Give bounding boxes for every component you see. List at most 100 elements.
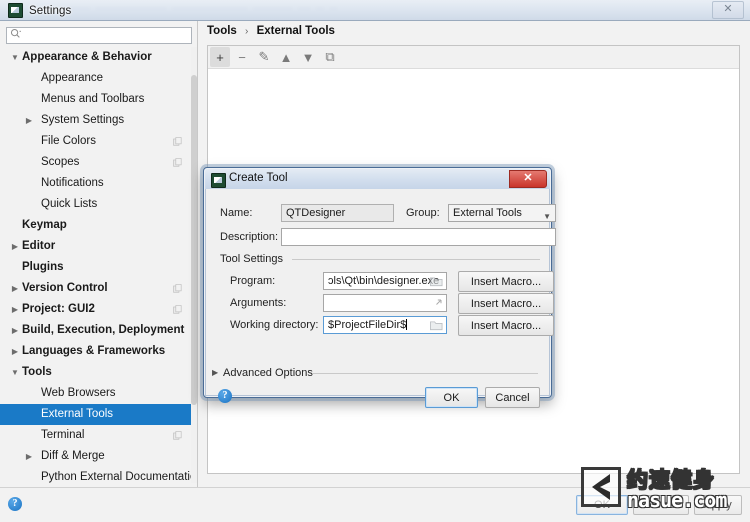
chevron-right-icon[interactable]: ▶ xyxy=(10,278,20,299)
tool-settings-label: Tool Settings xyxy=(220,253,283,265)
chevron-right-icon[interactable]: ▶ xyxy=(24,110,34,131)
group-select-value: External Tools xyxy=(453,207,522,219)
insert-macro-program-button[interactable]: Insert Macro... xyxy=(458,271,554,292)
move-down-button[interactable]: ▼ xyxy=(298,47,318,67)
chevron-right-icon[interactable]: ▶ xyxy=(10,320,20,341)
chevron-down-icon[interactable]: ▼ xyxy=(10,362,20,383)
working-directory-input[interactable]: $ProjectFileDir$ xyxy=(323,316,447,334)
sidebar-scrollbar-thumb[interactable] xyxy=(191,75,197,405)
sidebar-item-diff-merge[interactable]: ▶ Diff & Merge xyxy=(0,446,192,467)
copy-settings-icon[interactable] xyxy=(173,137,182,146)
sidebar-item-terminal[interactable]: Terminal xyxy=(0,425,192,446)
sidebar-item-web-browsers[interactable]: Web Browsers xyxy=(0,383,192,404)
advanced-options-toggle[interactable]: ▶ Advanced Options xyxy=(212,367,313,379)
breadcrumb-root[interactable]: Tools xyxy=(207,25,237,37)
sidebar-item-project-gui2[interactable]: ▶ Project: GUI2 xyxy=(0,299,192,320)
copy-settings-icon[interactable] xyxy=(173,158,182,167)
copy-settings-icon[interactable] xyxy=(173,284,182,293)
sidebar-item-scopes[interactable]: Scopes xyxy=(0,152,192,173)
background-blur-text: ....... ................ ...............… xyxy=(60,1,340,11)
sidebar-item-label: Version Control xyxy=(22,282,108,294)
program-label: Program: xyxy=(230,275,276,287)
chevron-down-icon: ▼ xyxy=(543,212,551,221)
chevron-right-icon[interactable]: ▶ xyxy=(10,341,20,362)
create-tool-ok-button[interactable]: OK xyxy=(425,387,478,408)
sidebar-item-build-execution-deployment[interactable]: ▶ Build, Execution, Deployment xyxy=(0,320,192,341)
sidebar-item-languages-frameworks[interactable]: ▶ Languages & Frameworks xyxy=(0,341,192,362)
copy-tool-button[interactable]: ⧉ xyxy=(320,47,340,67)
settings-apply-button[interactable]: Apply xyxy=(694,495,742,515)
folder-icon[interactable] xyxy=(430,320,443,331)
sidebar-item-plugins[interactable]: Plugins xyxy=(0,257,192,278)
chevron-right-icon[interactable]: ▶ xyxy=(10,236,20,257)
sidebar-scrollbar-track[interactable] xyxy=(191,47,197,483)
move-up-button[interactable]: ▲ xyxy=(276,47,296,67)
settings-cancel-button[interactable]: Cancel xyxy=(633,495,689,515)
program-row: Program: ɔls\Qt\bin\designer.exe Insert … xyxy=(230,271,554,292)
sidebar-item-menus-and-toolbars[interactable]: Menus and Toolbars xyxy=(0,89,192,110)
sidebar-item-version-control[interactable]: ▶ Version Control xyxy=(0,278,192,299)
sidebar-item-keymap[interactable]: Keymap xyxy=(0,215,192,236)
sidebar-item-label: Plugins xyxy=(22,261,64,273)
name-input[interactable] xyxy=(281,204,394,222)
description-row: Description: xyxy=(220,228,556,246)
sidebar-item-external-tools[interactable]: External Tools xyxy=(0,404,192,425)
copy-settings-icon[interactable] xyxy=(173,305,182,314)
edit-tool-button[interactable]: ✎ xyxy=(254,47,274,67)
sidebar-item-label: External Tools xyxy=(41,408,114,420)
sidebar-item-label: Menus and Toolbars xyxy=(41,93,145,105)
settings-ok-button[interactable]: OK xyxy=(576,495,628,515)
chevron-down-icon[interactable]: ▼ xyxy=(10,47,20,68)
create-tool-cancel-button[interactable]: Cancel xyxy=(485,387,540,408)
sidebar-item-label: Web Browsers xyxy=(41,387,116,399)
sidebar-item-quick-lists[interactable]: Quick Lists xyxy=(0,194,192,215)
search-input[interactable] xyxy=(6,26,192,44)
settings-tree[interactable]: ▼ Appearance & Behavior Appearance Menus an… xyxy=(0,47,192,483)
remove-tool-button[interactable]: − xyxy=(232,47,252,67)
program-input[interactable]: ɔls\Qt\bin\designer.exe xyxy=(323,272,447,290)
insert-macro-working-directory-button[interactable]: Insert Macro... xyxy=(458,315,554,336)
sidebar-item-label: Quick Lists xyxy=(41,198,98,210)
close-icon[interactable]: ✕ xyxy=(509,170,547,188)
group-select[interactable]: External Tools ▼ xyxy=(448,204,556,222)
sidebar-item-system-settings[interactable]: ▶ System Settings xyxy=(0,110,192,131)
add-tool-button[interactable]: + xyxy=(210,47,230,67)
sidebar-item-appearance-behavior[interactable]: ▼ Appearance & Behavior xyxy=(0,47,192,68)
breadcrumb-leaf: External Tools xyxy=(256,25,335,37)
description-input[interactable] xyxy=(281,228,556,246)
window-title-group: Settings xyxy=(8,3,71,18)
expand-icon[interactable] xyxy=(432,299,442,309)
sidebar-item-tools[interactable]: ▼ Tools xyxy=(0,362,192,383)
sidebar-item-label: Terminal xyxy=(41,429,85,441)
create-tool-dialog: Create Tool ✕ Name: Group: External Tool… xyxy=(203,167,556,408)
sidebar-item-notifications[interactable]: Notifications xyxy=(0,173,192,194)
sidebar-item-python-external-documentation[interactable]: Python External Documentation xyxy=(0,467,192,483)
help-icon[interactable]: ? xyxy=(218,389,232,403)
create-tool-title: Create Tool xyxy=(229,172,288,184)
sidebar-item-file-colors[interactable]: File Colors xyxy=(0,131,192,152)
chevron-right-icon[interactable]: ▶ xyxy=(10,299,20,320)
arguments-input[interactable] xyxy=(323,294,447,312)
copy-settings-icon[interactable] xyxy=(173,431,182,440)
pycharm-icon xyxy=(8,3,23,18)
folder-icon[interactable] xyxy=(430,276,443,287)
external-tools-toolbar: + − ✎ ▲ ▼ ⧉ xyxy=(208,46,739,69)
working-directory-row: Working directory: $ProjectFileDir$ Inse… xyxy=(230,315,554,336)
settings-footer: ? OK Cancel Apply xyxy=(0,487,750,522)
help-icon[interactable]: ? xyxy=(8,497,22,511)
sidebar-item-label: Scopes xyxy=(41,156,80,168)
chevron-right-icon: › xyxy=(245,26,249,37)
sidebar-item-label: Editor xyxy=(22,240,56,252)
chevron-right-icon[interactable]: ▶ xyxy=(24,446,34,467)
sidebar-item-label: Python External Documentation xyxy=(41,471,192,483)
window-title: Settings xyxy=(29,4,72,17)
insert-macro-arguments-button[interactable]: Insert Macro... xyxy=(458,293,554,314)
create-tool-body: Name: Group: External Tools ▼ Descriptio… xyxy=(205,189,556,408)
close-icon[interactable]: ✕ xyxy=(712,1,744,19)
search-field-wrapper[interactable] xyxy=(6,25,192,44)
sidebar-item-label: Build, Execution, Deployment xyxy=(22,324,185,336)
pycharm-icon xyxy=(211,173,226,188)
sidebar-item-editor[interactable]: ▶ Editor xyxy=(0,236,192,257)
sidebar-item-appearance[interactable]: Appearance xyxy=(0,68,192,89)
sidebar-item-label: Appearance & Behavior xyxy=(22,51,152,63)
